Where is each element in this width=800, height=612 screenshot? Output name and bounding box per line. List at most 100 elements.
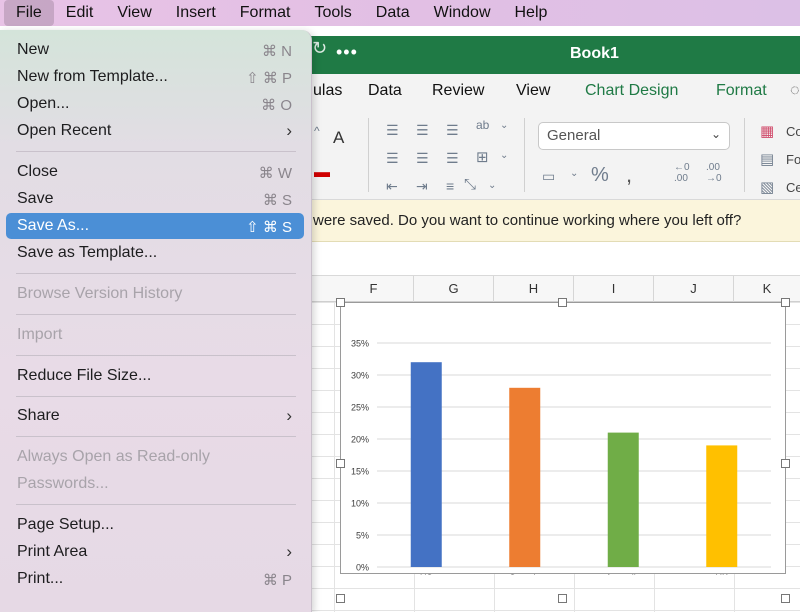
shortcut: ⌘ W xyxy=(258,165,292,182)
tab-chart-design[interactable]: Chart Design xyxy=(585,82,678,100)
format-as-table-label[interactable]: Fo xyxy=(786,152,800,167)
resize-handle-top-left[interactable] xyxy=(336,298,345,307)
number-format-select[interactable]: General ⌄ xyxy=(538,122,730,150)
shortcut: ⇧ ⌘ P xyxy=(246,70,292,87)
menu-tools[interactable]: Tools xyxy=(302,0,363,26)
lightbulb-icon[interactable]: ◌ xyxy=(790,82,800,100)
menu-item-new-from-template[interactable]: New from Template... ⇧ ⌘ P xyxy=(6,64,304,90)
column-header-j[interactable]: J xyxy=(654,276,734,302)
menu-item-label: Save As... xyxy=(17,217,90,234)
column-header-i[interactable]: I xyxy=(574,276,654,302)
menu-item-label: Passwords... xyxy=(17,475,109,492)
chevron-down-icon[interactable]: ⌄ xyxy=(570,168,578,179)
text-direction-icon[interactable]: ⤡ xyxy=(464,176,476,193)
tab-view[interactable]: View xyxy=(516,82,550,100)
redo-icon[interactable]: ↻ xyxy=(312,38,327,59)
menu-item-page-setup[interactable]: Page Setup... xyxy=(6,512,304,538)
menu-item-print-area[interactable]: Print Area › xyxy=(6,539,304,565)
menu-item-new[interactable]: New ⌘ N xyxy=(6,37,304,63)
menu-format[interactable]: Format xyxy=(228,0,303,26)
menu-item-label: Save xyxy=(17,190,54,207)
menu-view[interactable]: View xyxy=(105,0,163,26)
menu-item-save-as-template[interactable]: Save as Template... xyxy=(6,240,304,266)
tab-data[interactable]: Data xyxy=(368,82,402,100)
menu-item-passwords: Passwords... xyxy=(6,471,304,497)
chevron-down-icon[interactable]: ⌄ xyxy=(500,150,508,161)
bar xyxy=(509,387,541,567)
menu-item-open[interactable]: Open... ⌘ O xyxy=(6,91,304,117)
chevron-down-icon[interactable]: ⌄ xyxy=(488,180,496,191)
column-header-g[interactable]: G xyxy=(414,276,494,302)
decrease-decimal-top: .00 xyxy=(706,162,720,173)
accounting-format-icon[interactable]: ▭ xyxy=(542,168,555,185)
merge-center-icon[interactable]: ⊞ xyxy=(476,148,489,166)
align-bottom-icon[interactable]: ☰ xyxy=(446,122,459,139)
resize-handle-bottom-right[interactable] xyxy=(781,594,790,603)
increase-decimal-top: ←0 xyxy=(674,162,690,173)
decrease-font-icon[interactable]: A xyxy=(333,128,344,148)
message-text: were saved. Do you want to continue work… xyxy=(313,212,742,229)
y-tick-label: 35% xyxy=(351,339,369,349)
menu-item-label: Save as Template... xyxy=(17,244,158,261)
cell-styles-icon[interactable]: ▧ xyxy=(760,178,774,196)
chevron-down-icon[interactable]: ⌄ xyxy=(500,120,508,131)
menu-separator xyxy=(16,504,296,505)
increase-decimal-bottom: .00 xyxy=(674,173,688,184)
menu-data[interactable]: Data xyxy=(364,0,422,26)
menu-separator xyxy=(16,314,296,315)
resize-handle-top[interactable] xyxy=(558,298,567,307)
comma-style-icon[interactable]: , xyxy=(626,162,632,188)
more-icon[interactable]: ••• xyxy=(336,42,358,63)
format-as-table-icon[interactable]: ▤ xyxy=(760,150,774,168)
resize-handle-right[interactable] xyxy=(781,459,790,468)
menu-item-label: New xyxy=(17,41,50,58)
bar-chart[interactable]: 0% 5% 10% 15% 20% 25% 30% 35% US Canada Australia U… xyxy=(340,302,786,575)
tab-formulas[interactable]: ulas xyxy=(313,82,342,100)
align-right-icon[interactable]: ☰ xyxy=(446,150,459,167)
menu-item-save-as[interactable]: Save As... ⇧ ⌘ S xyxy=(6,213,304,239)
percent-style-icon[interactable]: % xyxy=(591,164,609,187)
menu-edit[interactable]: Edit xyxy=(54,0,106,26)
increase-decimal-icon[interactable]: ←0.00 xyxy=(674,162,690,184)
align-left-icon[interactable]: ☰ xyxy=(386,150,399,167)
menu-window[interactable]: Window xyxy=(422,0,503,26)
menu-item-label: Open... xyxy=(17,95,70,112)
wrap-text-icon[interactable]: ≡ xyxy=(446,178,454,194)
menu-item-share[interactable]: Share › xyxy=(6,403,304,429)
align-top-icon[interactable]: ☰ xyxy=(386,122,399,139)
y-tick-label: 30% xyxy=(351,371,369,381)
resize-handle-left[interactable] xyxy=(336,459,345,468)
increase-indent-icon[interactable]: ⇥ xyxy=(416,178,428,195)
column-header-f[interactable]: F xyxy=(334,276,414,302)
resize-handle-top-right[interactable] xyxy=(781,298,790,307)
chevron-down-icon: ⌄ xyxy=(710,127,721,141)
conditional-formatting-icon[interactable]: ▦ xyxy=(760,122,774,140)
font-size-caret-icon[interactable]: ^ xyxy=(314,124,320,138)
decrease-indent-icon[interactable]: ⇤ xyxy=(386,178,398,195)
cell-styles-label[interactable]: Ce xyxy=(786,180,800,195)
align-center-icon[interactable]: ☰ xyxy=(416,150,429,167)
resize-handle-bottom-left[interactable] xyxy=(336,594,345,603)
menu-item-open-recent[interactable]: Open Recent › xyxy=(6,118,304,144)
orientation-icon[interactable]: ab xyxy=(476,118,489,132)
menu-item-reduce-file-size[interactable]: Reduce File Size... xyxy=(6,363,304,389)
menu-file[interactable]: File xyxy=(4,0,54,26)
menu-item-close[interactable]: Close ⌘ W xyxy=(6,159,304,185)
font-color-icon[interactable]: ▬ xyxy=(314,164,330,182)
menu-item-print[interactable]: Print... ⌘ P xyxy=(6,566,304,592)
decrease-decimal-icon[interactable]: .00 →0 xyxy=(706,162,722,184)
conditional-formatting-label[interactable]: Co xyxy=(786,124,800,139)
align-middle-icon[interactable]: ☰ xyxy=(416,122,429,139)
menu-insert[interactable]: Insert xyxy=(164,0,228,26)
column-header-k[interactable]: K xyxy=(734,276,800,302)
tab-review[interactable]: Review xyxy=(432,82,484,100)
menu-item-save[interactable]: Save ⌘ S xyxy=(6,186,304,212)
menu-separator xyxy=(16,396,296,397)
resize-handle-bottom[interactable] xyxy=(558,594,567,603)
menu-help[interactable]: Help xyxy=(503,0,560,26)
window-title: Book1 xyxy=(570,45,619,62)
tab-format[interactable]: Format xyxy=(716,82,767,100)
bar xyxy=(706,445,738,567)
menu-item-import: Import xyxy=(6,322,304,348)
shortcut: ⇧ ⌘ S xyxy=(246,219,292,236)
